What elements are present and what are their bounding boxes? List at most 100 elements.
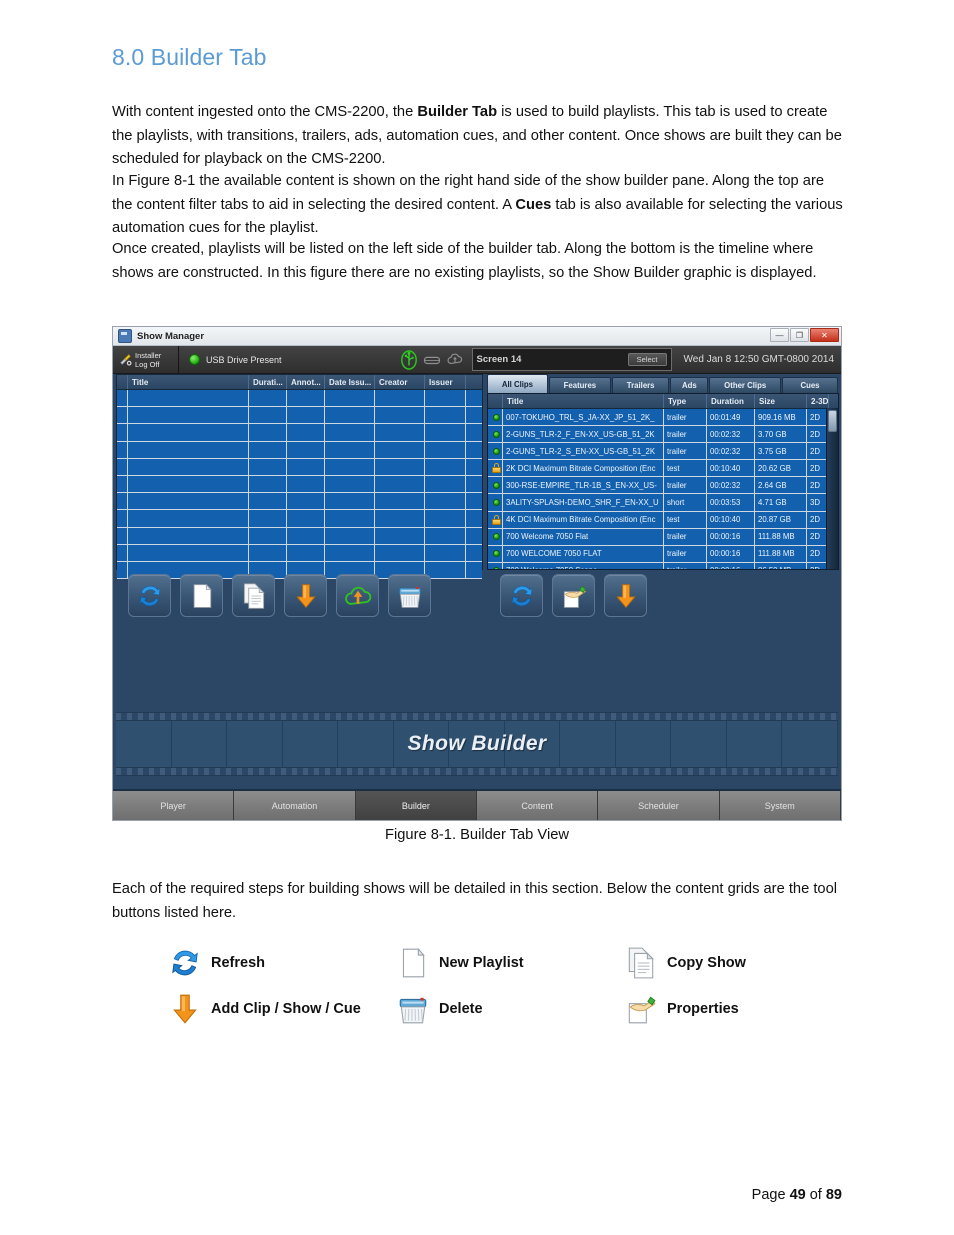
installer-logoff-button[interactable]: Installer Log Off [113, 346, 179, 373]
filter-tab-other-clips[interactable]: Other Clips [709, 377, 781, 393]
delete-button[interactable] [388, 574, 431, 617]
playlist-cell [287, 441, 325, 458]
content-row[interactable]: 007-TOKUHO_TRL_S_JA-XX_JP_51_2K_ trailer 0… [488, 409, 838, 427]
content-cell-size: 3.75 GB [755, 443, 807, 460]
copy-show-icon [240, 582, 268, 610]
minimize-button[interactable]: — [770, 328, 789, 342]
playlist-row[interactable] [117, 458, 482, 476]
filter-tab-features[interactable]: Features [548, 377, 611, 393]
new-playlist-icon [396, 946, 430, 980]
playlist-row[interactable] [117, 390, 482, 408]
content-cell-type: trailer [664, 426, 707, 443]
content-cell-type: trailer [664, 409, 707, 426]
content-col-dimension[interactable]: 2-3D [807, 394, 829, 408]
playlist-col-title[interactable]: Title [128, 375, 249, 389]
playlist-row[interactable] [117, 475, 482, 494]
footer-prefix: Page [751, 1187, 790, 1203]
playlist-col-creator[interactable]: Creator [375, 375, 425, 389]
playlist-grid[interactable]: Title Durati... Annot... Date Issu... Cr… [116, 374, 483, 580]
content-row[interactable]: 2-GUNS_TLR-2_F_EN-XX_US-GB_51_2K trailer 0… [488, 426, 838, 444]
playlist-col-issuer[interactable]: Issuer [425, 375, 466, 389]
add-clip-button[interactable] [604, 574, 647, 617]
new-playlist-button[interactable] [180, 574, 223, 617]
filter-tab-all-clips[interactable]: All Clips [487, 374, 548, 393]
playlist-row[interactable] [117, 510, 482, 528]
playlist-cell [325, 510, 375, 527]
content-row[interactable]: 3ALITY-SPLASH-DEMO_SHR_F_EN-XX_U short 00:… [488, 494, 838, 512]
tab-automation[interactable]: Automation [234, 791, 356, 820]
usb-status: USB Drive Present [179, 346, 282, 373]
show-timeline[interactable]: Show Builder [116, 712, 838, 776]
maximize-button[interactable]: ❐ [790, 328, 809, 342]
playlist-row[interactable] [117, 441, 482, 459]
close-button[interactable]: ✕ [810, 328, 839, 342]
playlist-cell [287, 475, 325, 493]
content-col-type[interactable]: Type [664, 394, 707, 408]
playlist-row[interactable] [117, 407, 482, 425]
playlist-cell [249, 510, 287, 527]
select-button[interactable]: Select [627, 353, 667, 366]
content-tool-buttons [500, 574, 647, 617]
content-col-duration[interactable]: Duration [707, 394, 755, 408]
legend-label: Add Clip / Show / Cue [211, 1001, 361, 1017]
emphasis: Cues [515, 196, 552, 213]
status-dot-icon [488, 426, 503, 443]
filter-tab-trailers[interactable]: Trailers [611, 377, 670, 393]
playlist-cell [325, 458, 375, 475]
playlist-cell [375, 493, 425, 510]
content-cell-title: 2-GUNS_TLR-2_S_EN-XX_US-GB_51_2K [503, 443, 664, 460]
playlist-cell [249, 475, 287, 493]
filter-tab-ads[interactable]: Ads [670, 377, 709, 393]
cloud-upload-icon[interactable] [446, 352, 464, 367]
filter-tab-cues[interactable]: Cues [782, 377, 838, 393]
playlist-cell [128, 493, 249, 510]
refresh-button[interactable] [128, 574, 171, 617]
copy-show-button[interactable] [232, 574, 275, 617]
paragraph-2: In Figure 8-1 the available content is s… [112, 173, 843, 236]
playlist-cell [287, 544, 325, 561]
playlist-row[interactable] [117, 493, 482, 511]
playlist-col-annotation[interactable]: Annot... [287, 375, 325, 389]
playlist-col-duration[interactable]: Durati... [249, 375, 287, 389]
content-row[interactable]: 300-RSE-EMPIRE_TLR-1B_S_EN-XX_US-trailer… [488, 477, 838, 495]
legend-label: Properties [667, 1001, 739, 1017]
tab-scheduler[interactable]: Scheduler [598, 791, 720, 820]
drive-icon[interactable] [423, 353, 441, 367]
lock-icon [488, 511, 503, 528]
content-row[interactable]: 2K DCI Maximum Bitrate Composition (Enc t… [488, 460, 838, 478]
upload-button[interactable] [336, 574, 379, 617]
content-grid[interactable]: Title Type Duration Size 2-3D 007-TOKUHO… [487, 393, 839, 570]
lock-icon [488, 460, 503, 477]
content-col-title[interactable]: Title [503, 394, 664, 408]
playlist-cell [325, 475, 375, 493]
playlist-row[interactable] [117, 527, 482, 545]
tab-builder[interactable]: Builder [355, 791, 477, 820]
scrollbar-thumb[interactable] [828, 410, 837, 432]
content-cell-size: 20.87 GB [755, 511, 807, 528]
tab-system[interactable]: System [719, 791, 841, 820]
film-strip[interactable]: Show Builder [116, 721, 838, 767]
content-row[interactable]: 700 Welcome 7050 Scopetrailer00:00:1686.… [488, 562, 838, 569]
content-row[interactable]: 700 Welcome 7050 Flat trailer 00:00:16 111.… [488, 528, 838, 546]
add-clip-button[interactable] [284, 574, 327, 617]
content-row[interactable]: 4K DCI Maximum Bitrate Composition (Enc t… [488, 511, 838, 529]
footer-page-number: 49 [789, 1187, 806, 1203]
playlist-cell [249, 441, 287, 458]
content-cell-size: 909.16 MB [755, 409, 807, 426]
properties-button[interactable] [552, 574, 595, 617]
content-row[interactable]: 700 WELCOME 7050 FLAT trailer 00:00:16 111.… [488, 545, 838, 563]
legend-label: Delete [439, 1001, 483, 1017]
playlist-row[interactable] [117, 424, 482, 442]
status-dot-icon [488, 409, 503, 426]
tab-player[interactable]: Player [113, 791, 235, 820]
content-col-size[interactable]: Size [755, 394, 807, 408]
tab-content[interactable]: Content [476, 791, 599, 820]
playlist-row[interactable] [117, 544, 482, 562]
refresh-button[interactable] [500, 574, 543, 617]
window-titlebar: Show Manager — ❐ ✕ [113, 327, 841, 346]
usb-icon[interactable] [400, 349, 418, 370]
playlist-col-date-issued[interactable]: Date Issu... [325, 375, 375, 389]
screen-selector[interactable]: Screen 14 Select [471, 348, 672, 371]
content-grid-scrollbar[interactable] [826, 408, 838, 569]
content-row[interactable]: 2-GUNS_TLR-2_S_EN-XX_US-GB_51_2K trailer 0… [488, 443, 838, 461]
